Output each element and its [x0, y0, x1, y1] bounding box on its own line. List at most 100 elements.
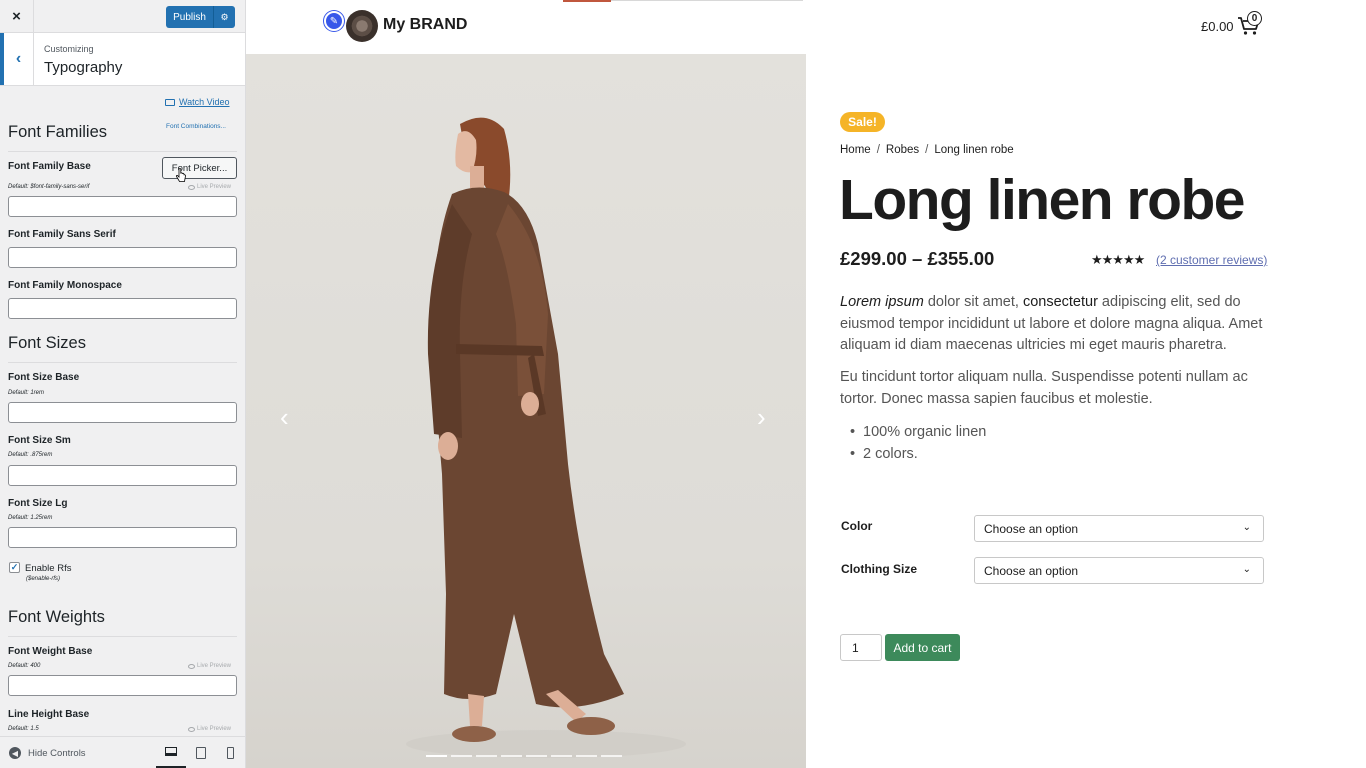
- feature-item: 100% organic linen: [850, 422, 986, 444]
- publish-settings-gear-icon[interactable]: ⚙: [213, 6, 235, 28]
- gallery-dot[interactable]: [451, 755, 472, 757]
- watch-video-label: Watch Video: [179, 97, 230, 107]
- font-size-lg-input[interactable]: [8, 527, 237, 548]
- collapse-arrow-icon: ◀: [9, 747, 21, 759]
- font-weight-base-input[interactable]: [8, 675, 237, 696]
- gallery-dot[interactable]: [576, 755, 597, 757]
- font-sizes-heading: Font Sizes: [8, 334, 86, 352]
- font-size-base-default: Default: 1rem: [8, 390, 45, 396]
- divider: [8, 362, 237, 363]
- product-price: £299.00 – £355.00: [840, 248, 995, 269]
- font-size-sm-default: Default: .875rem: [8, 452, 53, 458]
- add-to-cart-button[interactable]: Add to cart: [885, 634, 960, 661]
- live-preview-label: Live Preview: [197, 184, 232, 190]
- customer-reviews-link[interactable]: (2 customer reviews): [1156, 253, 1267, 267]
- customizing-label: Customizing: [44, 44, 94, 54]
- preview-tablet-button[interactable]: [186, 737, 216, 768]
- size-select[interactable]: Choose an option ⌄: [974, 557, 1264, 584]
- font-size-lg-label: Font Size Lg: [8, 498, 68, 509]
- rating-stars-icon: ★★★★★: [1091, 252, 1145, 267]
- font-weight-base-label: Font Weight Base: [8, 646, 93, 657]
- enable-rfs-variable: ($enable-rfs): [26, 576, 61, 582]
- gallery-dot[interactable]: [601, 755, 622, 757]
- font-size-lg-default: Default: 1.25rem: [8, 515, 53, 521]
- breadcrumb-separator: /: [876, 144, 880, 156]
- back-button[interactable]: ‹: [0, 33, 34, 85]
- cart-total[interactable]: £0.00: [1201, 19, 1234, 34]
- font-size-base-input[interactable]: [8, 402, 237, 423]
- site-preview: ✎ My BRAND £0.00 0 ‹ › Sale! Home / Robe…: [246, 0, 1366, 768]
- quantity-input[interactable]: 1: [840, 634, 882, 661]
- breadcrumb-robes[interactable]: Robes: [886, 144, 919, 156]
- section-header: ‹ Customizing Typography: [0, 33, 245, 86]
- customizer-header: × Publish ⚙: [0, 0, 245, 33]
- close-customizer-button[interactable]: ×: [0, 0, 34, 33]
- gallery-dot[interactable]: [526, 755, 547, 757]
- customizer-footer: ◀ Hide Controls: [0, 736, 245, 768]
- watch-video-link[interactable]: Watch Video: [165, 97, 230, 107]
- gallery-dot[interactable]: [476, 755, 497, 757]
- font-picker-button[interactable]: Font Picker...: [162, 157, 237, 179]
- breadcrumb-current: Long linen robe: [934, 144, 1014, 156]
- gallery-prev-arrow-icon[interactable]: ‹: [280, 402, 289, 433]
- sale-badge: Sale!: [840, 112, 885, 132]
- breadcrumb: Home / Robes / Long linen robe: [840, 144, 1014, 156]
- chevron-left-icon: ‹: [15, 50, 22, 67]
- robe-model-illustration: [406, 117, 686, 758]
- live-preview-indicator: Live Preview: [188, 663, 231, 669]
- top-rule-accent: [563, 0, 611, 2]
- enable-rfs-checkbox[interactable]: ✓: [9, 562, 20, 573]
- video-icon: [165, 98, 175, 106]
- preview-desktop-button[interactable]: [156, 737, 186, 768]
- hide-controls-button[interactable]: ◀ Hide Controls: [9, 747, 86, 759]
- live-preview-indicator: Live Preview: [188, 726, 231, 732]
- color-option-label: Color: [841, 519, 873, 533]
- eye-icon: [188, 184, 195, 190]
- font-family-mono-input[interactable]: [8, 298, 237, 319]
- font-size-sm-input[interactable]: [8, 465, 237, 486]
- product-title: Long linen robe: [839, 168, 1245, 232]
- line-height-base-default: Default: 1.5: [8, 726, 39, 732]
- tablet-icon: [196, 747, 206, 759]
- brand-logo[interactable]: [346, 10, 378, 42]
- breadcrumb-home[interactable]: Home: [840, 144, 871, 156]
- publish-label: Publish: [173, 11, 206, 23]
- font-family-base-input[interactable]: [8, 196, 237, 217]
- preview-mobile-button[interactable]: [215, 737, 245, 768]
- font-family-base-default: Default: $font-family-sans-serif: [8, 184, 90, 190]
- desktop-icon: [165, 747, 177, 756]
- color-select-value: Choose an option: [984, 521, 1079, 536]
- gallery-dot[interactable]: [501, 755, 522, 757]
- gallery-next-arrow-icon[interactable]: ›: [757, 402, 766, 433]
- eye-icon: [188, 726, 195, 732]
- chevron-down-icon: ⌄: [1242, 564, 1251, 575]
- mobile-icon: [226, 747, 234, 759]
- desc-bold: consectetur: [1022, 294, 1098, 310]
- desc-italic: Lorem ipsum: [840, 294, 924, 310]
- live-preview-label: Live Preview: [197, 726, 232, 732]
- font-family-sans-input[interactable]: [8, 247, 237, 268]
- font-size-base-label: Font Size Base: [8, 372, 80, 383]
- customizer-sidebar: × Publish ⚙ ‹ Customizing Typography Wat…: [0, 0, 246, 768]
- font-combinations-link[interactable]: Font Combinations...: [166, 123, 226, 130]
- font-families-heading: Font Families: [8, 123, 108, 141]
- edit-shortcut-pencil-icon[interactable]: ✎: [324, 11, 344, 31]
- close-icon: ×: [12, 8, 21, 25]
- breadcrumb-separator: /: [925, 144, 929, 156]
- font-weight-base-default: Default: 400: [8, 663, 41, 669]
- product-image[interactable]: [246, 54, 806, 768]
- brand-name[interactable]: My BRAND: [383, 16, 467, 34]
- live-preview-indicator: Live Preview: [188, 184, 231, 190]
- size-select-value: Choose an option: [984, 563, 1079, 578]
- size-option-label: Clothing Size: [841, 562, 917, 576]
- enable-rfs-label: Enable Rfs: [25, 563, 72, 574]
- gallery-dot[interactable]: [426, 755, 447, 757]
- font-family-base-label: Font Family Base: [8, 161, 91, 172]
- color-select[interactable]: Choose an option ⌄: [974, 515, 1264, 542]
- publish-button[interactable]: Publish ⚙: [166, 6, 235, 28]
- gallery-dot[interactable]: [551, 755, 572, 757]
- gallery-dots: [426, 755, 622, 757]
- line-height-base-label: Line Height Base: [8, 709, 90, 720]
- eye-icon: [188, 663, 195, 669]
- live-preview-label: Live Preview: [197, 663, 232, 669]
